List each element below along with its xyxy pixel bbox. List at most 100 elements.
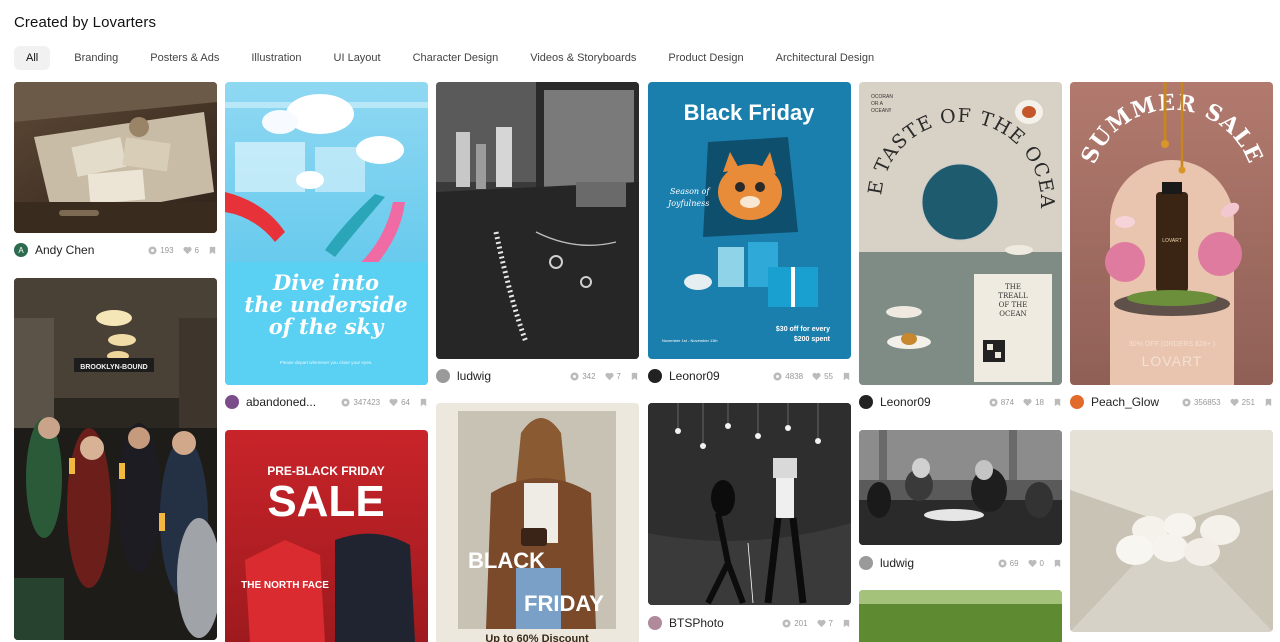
view-count: 874 (1000, 397, 1015, 407)
bookmark-icon[interactable] (842, 619, 851, 628)
card-image[interactable]: SUMMER SALE LOVART 30% OFF (ORDERS $28+ … (1070, 82, 1273, 385)
poster-script-2: Joyfulness (666, 199, 709, 208)
card-stats: 347423 64 (341, 398, 428, 407)
author-name[interactable]: ludwig (880, 556, 914, 570)
view-count: 342 (582, 371, 596, 381)
poster-word-1: BLACK (468, 548, 545, 573)
heart-icon[interactable] (816, 619, 826, 628)
drawer-image (14, 82, 217, 233)
view-count: 201 (794, 618, 808, 628)
eggs-photo (1070, 430, 1273, 632)
bottle-label: LOVART (1162, 238, 1182, 244)
cafe-photo (859, 430, 1062, 545)
avatar[interactable] (436, 369, 450, 383)
corner-line-2: OR A (871, 101, 884, 107)
like-count: 18 (1035, 397, 1044, 407)
card-image[interactable] (436, 82, 639, 359)
tab-ui-layout[interactable]: UI Layout (318, 46, 397, 70)
author-name[interactable]: ludwig (457, 369, 491, 383)
tab-all[interactable]: All (14, 46, 51, 70)
card-meta: A Andy Chen 193 6 (14, 241, 217, 259)
ocean-poster: THE TASTE OF THE OCEAN OCORAN OR A OCEAN… (859, 82, 1062, 385)
avatar[interactable] (225, 395, 239, 409)
heart-icon[interactable] (1230, 398, 1239, 407)
card-image[interactable] (14, 82, 217, 233)
bookmark-icon[interactable] (208, 246, 217, 255)
shirt-text: THE NORTH FACE (241, 580, 329, 591)
tab-architectural-design[interactable]: Architectural Design (760, 46, 890, 70)
black-friday-poster: Black Friday Season of Joyfulness $30 of… (648, 82, 851, 359)
author-name[interactable]: Leonor09 (880, 395, 931, 409)
view-count: 193 (160, 245, 174, 255)
tab-videos-storyboards[interactable]: Videos & Storyboards (514, 46, 652, 70)
like-count: 251 (1241, 397, 1255, 407)
eye-icon (998, 558, 1007, 568)
avatar[interactable]: A (14, 243, 28, 257)
crowd-photo: BROOKLYN-BOUND (14, 278, 217, 640)
view-count: 356853 (1193, 397, 1221, 407)
bookmark-icon[interactable] (630, 372, 639, 381)
tab-character-design[interactable]: Character Design (397, 46, 515, 70)
avatar[interactable] (648, 369, 662, 383)
author-name[interactable]: Leonor09 (669, 369, 720, 383)
card-stats: 193 6 (148, 246, 217, 255)
heart-icon[interactable] (389, 398, 398, 407)
card-image[interactable]: BROOKLYN-BOUND (14, 278, 217, 640)
summer-sale-poster: SUMMER SALE LOVART 30% OFF (ORDERS $28+ … (1070, 82, 1273, 385)
heart-icon[interactable] (182, 246, 192, 255)
card-stats: 356853 251 (1182, 398, 1273, 407)
bookmark-icon[interactable] (419, 398, 428, 407)
dance-photo (648, 403, 851, 605)
bookmark-icon[interactable] (842, 372, 851, 381)
avatar[interactable] (648, 616, 662, 630)
card-image[interactable]: Black Friday Season of Joyfulness $30 of… (648, 82, 851, 359)
view-count: 4838 (785, 371, 804, 381)
like-count: 7 (616, 371, 621, 381)
poster-caption: Please depart whenever you close your ey… (280, 360, 373, 365)
tab-branding[interactable]: Branding (58, 46, 134, 70)
card-image[interactable]: BLACK FRIDAY Up to 60% Discount (436, 403, 639, 642)
author-name[interactable]: Andy Chen (35, 243, 94, 257)
eye-icon (148, 245, 157, 255)
eye-icon (341, 397, 350, 407)
heart-icon[interactable] (1023, 398, 1032, 407)
card-image[interactable] (648, 403, 851, 605)
sale-poster: PRE-BLACK FRIDAY SALE THE NORTH FACE (225, 430, 428, 642)
poster-offer-1: $30 off for every (776, 326, 830, 333)
like-count: 64 (401, 397, 410, 407)
poster-word-2: FRIDAY (524, 591, 604, 616)
tab-product-design[interactable]: Product Design (652, 46, 759, 70)
avatar[interactable] (859, 556, 873, 570)
card-image[interactable]: PRE-BLACK FRIDAY SALE THE NORTH FACE (225, 430, 428, 642)
heart-icon[interactable] (604, 372, 614, 381)
author-name[interactable]: Peach_Glow (1091, 395, 1159, 409)
tab-illustration[interactable]: Illustration (235, 46, 317, 70)
bookmark-icon[interactable] (1053, 398, 1062, 407)
avatar[interactable] (1070, 395, 1084, 409)
heart-icon[interactable] (1027, 559, 1037, 568)
card-meta: Peach_Glow 356853 251 (1070, 393, 1273, 411)
bookmark-icon[interactable] (1053, 559, 1062, 568)
view-count: 347423 (353, 397, 381, 407)
card-image[interactable]: Dive into the underside of the sky Pleas… (225, 82, 428, 385)
avatar[interactable] (859, 395, 873, 409)
tab-posters-ads[interactable]: Posters & Ads (134, 46, 235, 70)
poster-line-2: SALE (267, 477, 384, 526)
author-name[interactable]: abandoned... (246, 395, 316, 409)
page-title: Created by Lovarters (14, 14, 157, 31)
bookmark-icon[interactable] (1264, 398, 1273, 407)
card-image[interactable] (859, 430, 1062, 545)
card-image[interactable]: THE TASTE OF THE OCEAN OCORAN OR A OCEAN… (859, 82, 1062, 385)
author-name[interactable]: BTSPhoto (669, 616, 724, 630)
card-meta: abandoned... 347423 64 (225, 393, 428, 411)
card-stats: 874 18 (989, 398, 1062, 407)
card-meta: Leonor09 874 18 (859, 393, 1062, 411)
heart-icon[interactable] (812, 372, 821, 381)
category-tabs: All Branding Posters & Ads Illustration … (14, 46, 890, 70)
card-image[interactable] (859, 590, 1062, 642)
card-image[interactable] (1070, 430, 1273, 632)
pool-poster: Dive into the underside of the sky Pleas… (225, 82, 428, 385)
jewelry-photo (436, 82, 639, 359)
grass-photo (859, 590, 1062, 642)
card-stats: 4838 55 (773, 372, 851, 381)
